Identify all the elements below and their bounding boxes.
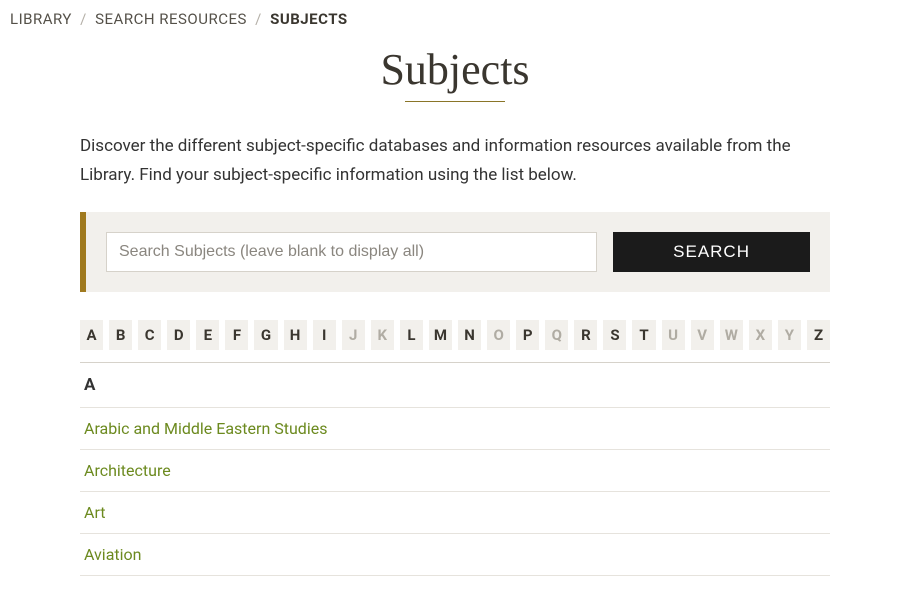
subject-link[interactable]: Aviation [84, 545, 141, 564]
breadcrumb-link-library[interactable]: LIBRARY [10, 10, 72, 28]
alpha-letter-p[interactable]: P [516, 320, 539, 350]
breadcrumb-current: SUBJECTS [270, 10, 348, 28]
alpha-letter-x: X [749, 320, 772, 350]
alpha-letter-a[interactable]: A [80, 320, 103, 350]
alpha-letter-e[interactable]: E [196, 320, 219, 350]
intro-text: Discover the different subject-specific … [80, 132, 830, 190]
alpha-letter-h[interactable]: H [284, 320, 307, 350]
breadcrumb-link-search-resources[interactable]: SEARCH RESOURCES [95, 10, 247, 28]
search-input[interactable] [106, 232, 597, 272]
subject-link[interactable]: Arabic and Middle Eastern Studies [84, 419, 327, 438]
search-button[interactable]: SEARCH [613, 232, 810, 272]
alpha-letter-b[interactable]: B [109, 320, 132, 350]
alpha-letter-w: W [720, 320, 743, 350]
alpha-letter-d[interactable]: D [167, 320, 190, 350]
subject-row: Art [80, 491, 830, 533]
section-heading: A [80, 362, 830, 407]
alpha-letter-g[interactable]: G [254, 320, 277, 350]
alpha-letter-z[interactable]: Z [807, 320, 830, 350]
alpha-letter-v: V [691, 320, 714, 350]
alpha-letter-u: U [662, 320, 685, 350]
breadcrumb-sep: / [80, 10, 87, 28]
alpha-nav: ABCDEFGHIJKLMNOPQRSTUVWXYZ [80, 320, 830, 350]
alpha-letter-s[interactable]: S [603, 320, 626, 350]
search-box: SEARCH [80, 212, 830, 292]
alpha-letter-f[interactable]: F [225, 320, 248, 350]
alpha-letter-y: Y [778, 320, 801, 350]
alpha-letter-l[interactable]: L [400, 320, 423, 350]
subject-row: Arabic and Middle Eastern Studies [80, 407, 830, 449]
subject-link[interactable]: Architecture [84, 461, 171, 480]
breadcrumb: LIBRARY / SEARCH RESOURCES / SUBJECTS [0, 0, 910, 34]
alpha-letter-j: J [342, 320, 365, 350]
alpha-letter-k: K [371, 320, 394, 350]
alpha-letter-o: O [487, 320, 510, 350]
title-underline [405, 101, 505, 102]
breadcrumb-sep: / [255, 10, 262, 28]
alpha-letter-t[interactable]: T [632, 320, 655, 350]
subject-row: Aviation [80, 533, 830, 576]
alpha-letter-m[interactable]: M [429, 320, 452, 350]
subject-row: Architecture [80, 449, 830, 491]
alpha-letter-q: Q [545, 320, 568, 350]
subject-link[interactable]: Art [84, 503, 105, 522]
page-title: Subjects [0, 44, 910, 95]
alpha-letter-r[interactable]: R [574, 320, 597, 350]
subject-list: Arabic and Middle Eastern Studies Archite… [80, 407, 830, 576]
alpha-letter-i[interactable]: I [313, 320, 336, 350]
alpha-letter-c[interactable]: C [138, 320, 161, 350]
alpha-letter-n[interactable]: N [458, 320, 481, 350]
